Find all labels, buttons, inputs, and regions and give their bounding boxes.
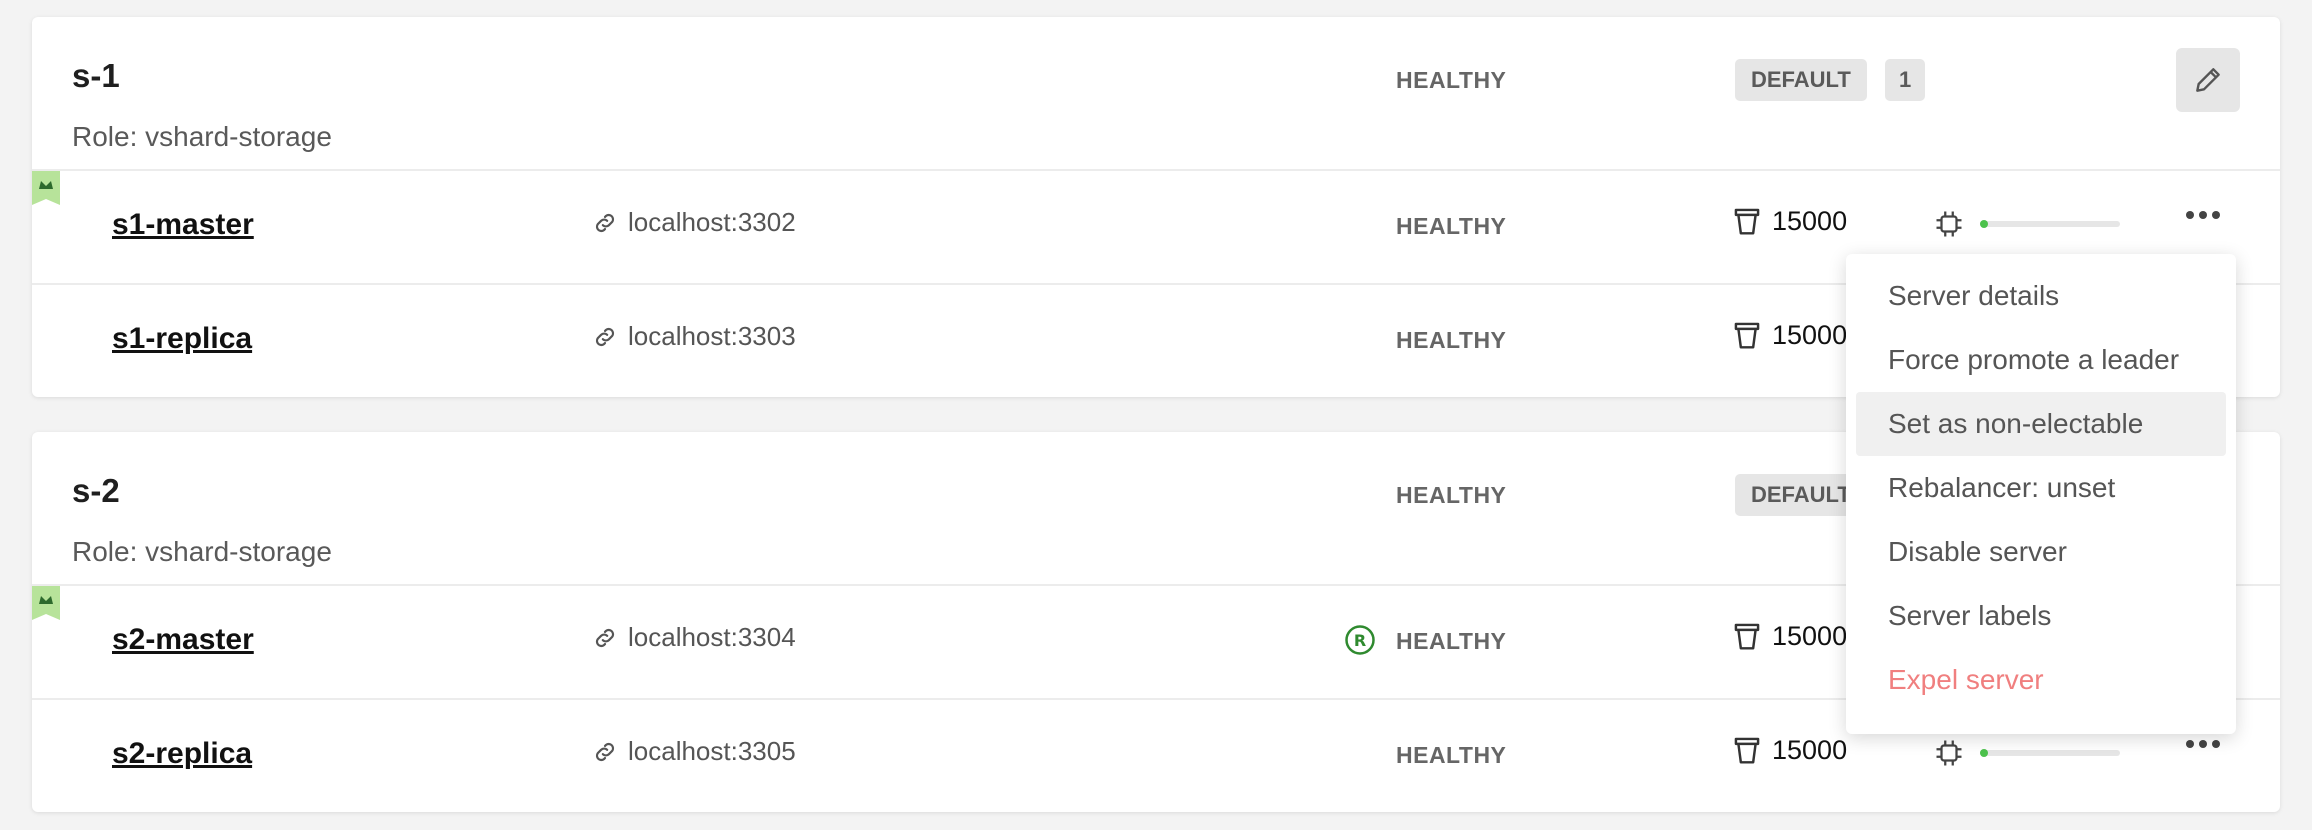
memory-bar: [1980, 220, 2120, 228]
more-dots-icon[interactable]: [2186, 740, 2220, 748]
link-icon: [595, 628, 615, 647]
more-dots-icon[interactable]: [2186, 211, 2220, 219]
edit-replicaset-button[interactable]: [2176, 48, 2240, 112]
menu-item-disable-server[interactable]: Disable server: [1856, 520, 2226, 584]
replicaset-name: s-2: [72, 472, 120, 509]
vshard-group-badge: DEFAULT: [1735, 59, 1867, 101]
bucket-count: 15000: [1732, 734, 1847, 766]
bucket-count-value: 15000: [1772, 205, 1848, 236]
server-status: HEALTHY: [1396, 327, 1507, 353]
bucket-count: 15000: [1732, 319, 1847, 351]
bucket-count-value: 15000: [1772, 620, 1848, 651]
replicaset-status: HEALTHY: [1396, 67, 1507, 93]
server-status: HEALTHY: [1396, 213, 1507, 239]
chip-icon: [1936, 740, 1962, 766]
server-uri-text: localhost:3302: [628, 207, 796, 237]
menu-item-expel-server[interactable]: Expel server: [1856, 648, 2226, 712]
link-icon: [595, 213, 615, 232]
bucket-count-value: 15000: [1772, 734, 1848, 765]
bucket-icon: [1734, 623, 1760, 650]
server-status: HEALTHY: [1396, 742, 1507, 768]
server-uri: localhost:3305: [592, 736, 796, 767]
menu-item-server-details[interactable]: Server details: [1856, 264, 2226, 328]
server-name-link[interactable]: s2-replica: [112, 737, 252, 771]
memory-usage: [1934, 209, 2120, 239]
crown-flag-icon: [32, 586, 60, 620]
replicaset-role: Role: vshard-storage: [72, 536, 332, 567]
rebalancer-r-icon: R: [1345, 625, 1375, 655]
server-uri: localhost:3302: [592, 207, 796, 238]
server-uri-text: localhost:3303: [628, 321, 796, 351]
replicaset-role: Role: vshard-storage: [72, 121, 332, 152]
bucket-count: 15000: [1732, 205, 1847, 237]
svg-text:R: R: [1354, 631, 1366, 650]
menu-item-force-promote[interactable]: Force promote a leader: [1856, 328, 2226, 392]
bucket-icon: [1734, 737, 1760, 764]
server-uri: localhost:3303: [592, 321, 796, 352]
chip-icon: [1936, 211, 1962, 237]
memory-bar-fill: [1980, 220, 1988, 228]
pencil-icon: [2196, 68, 2220, 92]
menu-item-set-non-electable[interactable]: Set as non-electable: [1856, 392, 2226, 456]
server-uri: localhost:3304: [592, 622, 796, 653]
crown-flag-icon: [32, 171, 60, 205]
memory-bar-fill: [1980, 749, 1988, 757]
weight-badge: 1: [1885, 59, 1926, 101]
menu-item-server-labels[interactable]: Server labels: [1856, 584, 2226, 648]
menu-item-rebalancer[interactable]: Rebalancer: unset: [1856, 456, 2226, 520]
link-icon: [595, 327, 615, 346]
memory-bar: [1980, 749, 2120, 757]
replicaset-name: s-1: [72, 57, 120, 94]
server-status: HEALTHY: [1396, 628, 1507, 654]
server-name-link[interactable]: s1-master: [112, 208, 254, 242]
server-uri-text: localhost:3305: [628, 736, 796, 766]
server-name-link[interactable]: s1-replica: [112, 322, 252, 356]
bucket-count-value: 15000: [1772, 319, 1848, 350]
server-actions-menu: Server details Force promote a leader Se…: [1846, 254, 2236, 734]
server-uri-text: localhost:3304: [628, 622, 796, 652]
replicaset-status: HEALTHY: [1396, 482, 1507, 508]
server-name-link[interactable]: s2-master: [112, 623, 254, 657]
bucket-icon: [1734, 322, 1760, 349]
link-icon: [595, 742, 615, 761]
bucket-count: 15000: [1732, 620, 1847, 652]
bucket-icon: [1734, 208, 1760, 235]
memory-usage: [1934, 738, 2120, 768]
